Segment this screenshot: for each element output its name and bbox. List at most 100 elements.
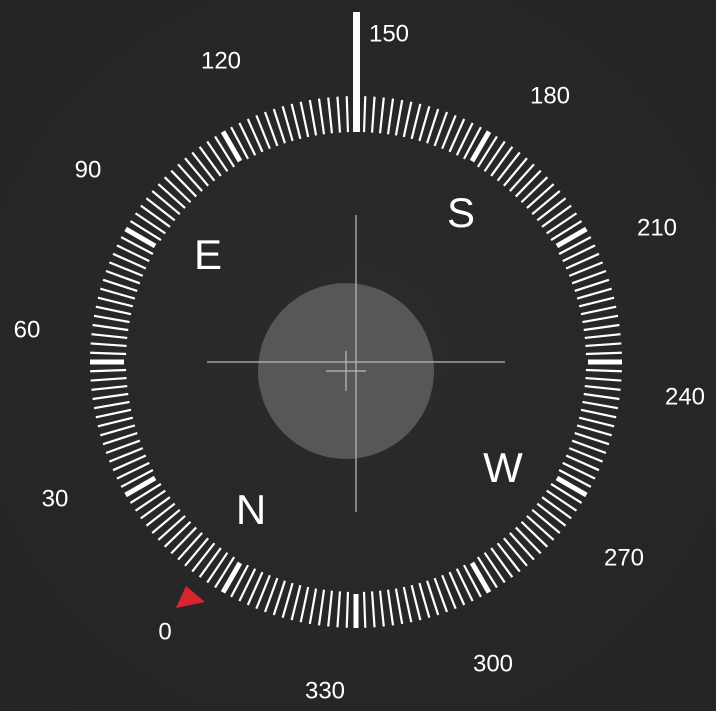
minor-tick — [585, 376, 622, 382]
minor-tick — [394, 588, 404, 625]
minor-tick — [576, 424, 613, 437]
minor-tick — [290, 584, 302, 621]
cardinal-south: S — [447, 189, 475, 236]
minor-tick — [327, 590, 334, 627]
minor-tick — [281, 582, 294, 619]
minor-tick — [410, 103, 422, 140]
minor-tick — [362, 96, 367, 133]
minor-tick — [92, 392, 129, 401]
major-tick — [220, 561, 243, 594]
minor-tick — [496, 542, 521, 573]
cardinal-west: W — [483, 444, 523, 491]
minor-tick — [93, 400, 130, 410]
minor-tick — [345, 96, 350, 133]
minor-tick — [206, 552, 229, 584]
minor-tick — [145, 197, 176, 222]
minor-tick — [140, 204, 171, 228]
minor-tick — [520, 176, 549, 204]
minor-tick — [585, 342, 622, 348]
degree-label-270: 270 — [604, 544, 644, 571]
minor-tick — [198, 146, 222, 177]
minor-tick — [308, 99, 318, 136]
minor-tick — [502, 157, 528, 187]
minor-tick — [95, 305, 132, 316]
degree-label-0: 0 — [158, 618, 171, 645]
minor-tick — [90, 342, 127, 348]
minor-tick — [526, 183, 555, 209]
minor-tick — [299, 101, 310, 138]
cardinal-east: E — [194, 231, 222, 278]
minor-tick — [191, 151, 216, 182]
minor-tick — [97, 296, 134, 308]
major-tick — [555, 226, 588, 249]
minor-tick — [418, 105, 431, 142]
minor-tick — [90, 351, 127, 356]
minor-tick — [402, 101, 413, 138]
minor-tick — [585, 368, 622, 373]
minor-tick — [290, 103, 302, 140]
minor-tick — [394, 99, 404, 136]
minor-tick — [502, 537, 528, 567]
minor-tick — [531, 508, 561, 534]
minor-tick — [317, 589, 326, 626]
minor-tick — [184, 157, 210, 187]
minor-tick — [206, 140, 229, 172]
minor-tick — [317, 98, 326, 135]
minor-tick — [163, 520, 192, 548]
minor-tick — [93, 314, 130, 324]
degree-label-120: 120 — [201, 47, 241, 74]
minor-tick — [91, 333, 128, 340]
minor-tick — [386, 98, 395, 135]
minor-tick — [184, 537, 210, 567]
minor-tick — [509, 532, 535, 561]
minor-tick — [546, 212, 578, 235]
north-pointer — [176, 586, 205, 608]
minor-tick — [170, 169, 198, 198]
minor-tick — [198, 547, 222, 578]
minor-tick — [584, 384, 621, 391]
heading-marker — [353, 12, 360, 132]
minor-tick — [483, 140, 506, 172]
minor-tick — [345, 591, 350, 628]
cardinal-north: N — [236, 486, 266, 533]
major-tick — [124, 475, 157, 498]
minor-tick — [520, 520, 549, 548]
minor-tick — [134, 212, 166, 235]
minor-tick — [97, 416, 134, 428]
minor-tick — [157, 183, 186, 209]
minor-tick — [336, 96, 342, 133]
minor-tick — [170, 526, 198, 555]
degree-label-180: 180 — [530, 82, 570, 109]
minor-tick — [91, 384, 128, 391]
degree-label-30: 30 — [42, 485, 69, 512]
degree-label-240: 240 — [665, 383, 705, 410]
minor-tick — [536, 502, 567, 527]
minor-tick — [583, 323, 620, 332]
minor-tick — [157, 515, 186, 541]
minor-tick — [580, 408, 617, 419]
minor-tick — [378, 97, 385, 134]
minor-tick — [514, 169, 542, 198]
minor-tick — [531, 190, 561, 216]
minor-tick — [526, 515, 555, 541]
degree-label-60: 60 — [14, 316, 41, 343]
minor-tick — [281, 105, 294, 142]
minor-tick — [582, 400, 619, 410]
minor-tick — [483, 552, 506, 584]
minor-tick — [490, 146, 514, 177]
minor-tick — [99, 287, 136, 300]
minor-tick — [585, 351, 622, 356]
minor-tick — [541, 496, 572, 520]
minor-tick — [402, 586, 413, 623]
degree-label-210: 210 — [637, 214, 677, 241]
degree-label-300: 300 — [473, 650, 513, 677]
major-tick — [469, 561, 492, 594]
major-tick — [124, 226, 157, 249]
minor-tick — [177, 532, 203, 561]
minor-tick — [541, 204, 572, 228]
minor-tick — [134, 489, 166, 512]
degree-label-330: 330 — [305, 677, 345, 704]
minor-tick — [578, 416, 615, 428]
major-tick — [469, 130, 492, 163]
minor-tick — [578, 296, 615, 308]
